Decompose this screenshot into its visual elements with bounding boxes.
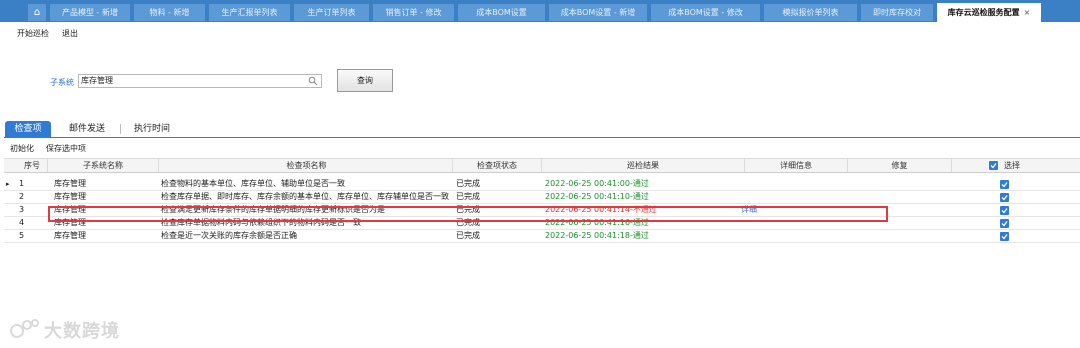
tab-bar: ⌂ 产品模型 - 新增 物料 - 新增 生产汇报单列表 生产订单列表 销售订单 … (0, 0, 1080, 22)
table-row[interactable]: 2 库存管理 检查库存单据、即时库存、库存余额的基本单位、库存单位、库存辅单位是… (4, 191, 1080, 204)
home-tab[interactable]: ⌂ (28, 4, 46, 21)
col-select: 选择 (1004, 161, 1020, 170)
row-status: 已完成 (456, 231, 480, 240)
query-button[interactable]: 查询 (337, 69, 393, 92)
row-result: 2022-06-25 00:41:18-通过 (545, 231, 649, 240)
tab-production-report-list[interactable]: 生产汇报单列表 (209, 4, 290, 21)
tab-quote-list[interactable]: 模拟报价单列表 (764, 4, 857, 21)
row-status: 已完成 (456, 179, 480, 188)
tab-mail-send[interactable]: 邮件发送 (62, 121, 112, 137)
col-item: 检查项名称 (286, 161, 327, 170)
search-icon[interactable] (308, 76, 318, 86)
col-repair: 修复 (891, 161, 908, 170)
init-button[interactable]: 初始化 (10, 143, 34, 154)
row-checkbox[interactable] (1000, 193, 1009, 202)
tab-product-model-add[interactable]: 产品模型 - 新增 (50, 4, 130, 21)
row-pointer-icon: ▸ (6, 180, 10, 188)
row-item: 检查库存单据、即时库存、库存余额的基本单位、库存单位、库存辅单位是否一致（注：条 (161, 192, 451, 201)
row-checkbox[interactable] (1000, 206, 1009, 215)
row-detail-link[interactable] (741, 178, 801, 190)
col-result: 巡检结果 (627, 161, 659, 170)
col-detail: 详细信息 (780, 161, 812, 170)
row-index: 2 (19, 192, 25, 201)
row-detail-link[interactable] (741, 230, 801, 242)
start-inspection-button[interactable]: 开始巡检 (17, 28, 49, 39)
tab-separator (120, 124, 121, 134)
tab-check-items[interactable]: 检查项 (5, 121, 51, 137)
tab-cost-bom[interactable]: 成本BOM设置 (458, 4, 545, 21)
tab-underline (4, 137, 1080, 138)
tab-inventory-cloud-inspection[interactable]: 库存云巡检服务配置 × (937, 3, 1041, 22)
subsystem-label: 子系统 (50, 78, 74, 87)
subsystem-input[interactable]: 库存管理 (78, 74, 322, 88)
row-subsystem: 库存管理 (54, 192, 86, 201)
col-status: 检查项状态 (477, 161, 517, 170)
home-icon: ⌂ (33, 7, 41, 18)
table-row[interactable]: 5 库存管理 检查是近一次关账的库存余额是否正确 已完成 2022-06-25 … (4, 230, 1080, 243)
select-all-checkbox[interactable] (989, 161, 998, 170)
row-item: 检查物料的基本单位、库存单位、辅助单位是否一致 (161, 179, 345, 188)
tab-execution-time[interactable]: 执行时间 (128, 121, 176, 137)
row-index: 3 (19, 205, 25, 214)
tab-cost-bom-add[interactable]: 成本BOM设置 - 新增 (549, 4, 647, 21)
tab-sales-order-edit[interactable]: 销售订单 - 修改 (373, 4, 454, 21)
exit-button[interactable]: 退出 (62, 28, 78, 39)
row-checkbox[interactable] (1000, 180, 1009, 189)
row-subsystem: 库存管理 (54, 231, 86, 240)
col-subsystem: 子系统名称 (83, 161, 123, 170)
save-selected-button[interactable]: 保存选中项 (46, 143, 86, 154)
subsystem-value: 库存管理 (81, 76, 113, 85)
watermark-text: 大数跨境 (44, 321, 120, 342)
row-index: 1 (19, 179, 25, 188)
divider (951, 159, 952, 172)
col-index: 序号 (24, 161, 40, 170)
row-checkbox[interactable] (1000, 219, 1009, 228)
row-result: 2022-06-25 00:41:10-通过 (545, 192, 649, 201)
row-subsystem: 库存管理 (54, 179, 86, 188)
row-status: 已完成 (456, 192, 480, 201)
watermark-logo-icon (10, 319, 39, 338)
close-icon[interactable]: × (1024, 8, 1031, 17)
table-header: 序号 子系统名称 检查项名称 检查项状态 巡检结果 详细信息 修复 选择 (4, 158, 1080, 173)
tab-material-add[interactable]: 物料 - 新增 (134, 4, 205, 21)
tab-inventory-check[interactable]: 即时库存校对 (861, 4, 933, 21)
watermark: 大数跨境 (8, 317, 148, 342)
tab-production-order-list[interactable]: 生产订单列表 (294, 4, 369, 21)
row-index: 5 (19, 231, 25, 240)
row-result: 2022-06-25 00:41:00-通过 (545, 179, 649, 188)
table-row[interactable]: ▸ 1 库存管理 检查物料的基本单位、库存单位、辅助单位是否一致 已完成 202… (4, 178, 1080, 191)
row-item: 检查是近一次关账的库存余额是否正确 (161, 231, 297, 240)
tab-label: 库存云巡检服务配置 (947, 8, 1020, 17)
failed-row-highlight (48, 206, 888, 222)
row-index: 4 (19, 218, 25, 227)
tab-cost-bom-edit[interactable]: 成本BOM设置 - 修改 (651, 4, 760, 21)
row-detail-link[interactable] (741, 191, 801, 203)
row-checkbox[interactable] (1000, 232, 1009, 241)
